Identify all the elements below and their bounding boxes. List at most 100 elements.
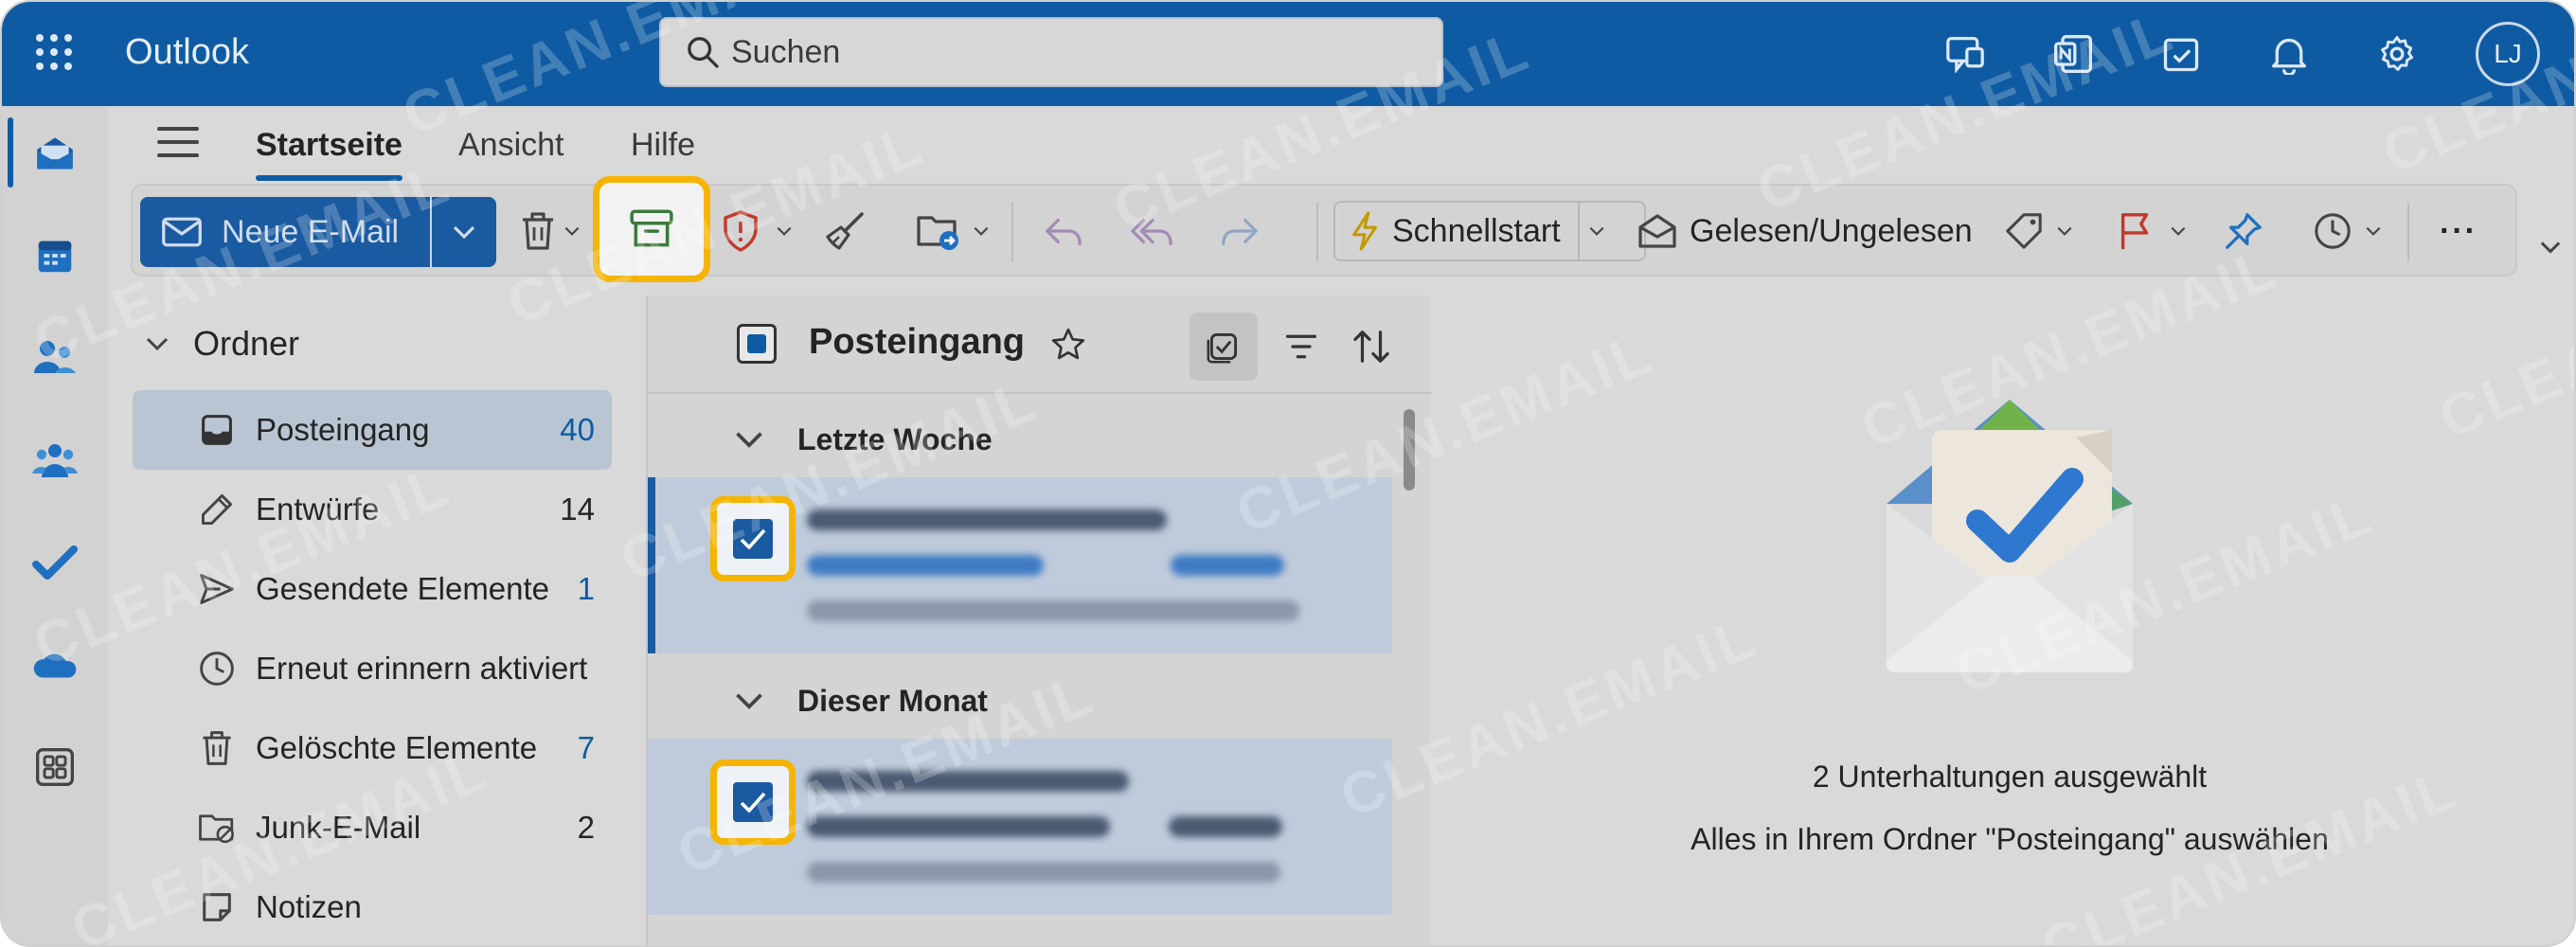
- inbox-icon: [195, 408, 239, 452]
- tab-view[interactable]: Ansicht: [458, 127, 564, 164]
- sort-button[interactable]: [1337, 313, 1405, 381]
- ribbon-expand-chevron[interactable]: [2540, 241, 2561, 259]
- delete-button[interactable]: [519, 201, 580, 261]
- folder-header[interactable]: Ordner: [146, 324, 299, 364]
- my-day-icon[interactable]: [2152, 25, 2210, 83]
- select-all-in-folder-link[interactable]: Alles in Ihrem Ordner "Posteingang" ausw…: [1441, 822, 2574, 857]
- reply-all-button[interactable]: [1131, 201, 1174, 261]
- checkmark-icon: [740, 528, 766, 549]
- reply-icon: [1046, 218, 1082, 245]
- mail-icon[interactable]: [28, 127, 81, 180]
- sweep-button[interactable]: [824, 201, 866, 261]
- ribbon-separator: [1316, 203, 1318, 261]
- selection-summary: 2 Unterhaltungen ausgewählt: [1812, 759, 2208, 794]
- clock-icon: [195, 647, 239, 690]
- envelope-icon: [162, 217, 202, 247]
- message-preview-blurred: [807, 600, 1299, 621]
- todo-icon[interactable]: [28, 536, 81, 589]
- app-rail: [2, 106, 108, 945]
- new-mail-button[interactable]: Neue E-Mail: [140, 197, 430, 267]
- pencil-icon: [195, 488, 239, 531]
- top-actions: LJ: [1936, 21, 2540, 87]
- flag-button[interactable]: [2118, 201, 2186, 261]
- filter-button[interactable]: [1267, 313, 1335, 381]
- more-options-button[interactable]: ···: [2440, 201, 2478, 261]
- shield-icon: [724, 210, 758, 252]
- folder-count: 14: [560, 491, 595, 527]
- quick-steps-label: Schnellstart: [1392, 212, 1561, 249]
- message-date-blurred: [1171, 555, 1284, 576]
- select-all-checkbox[interactable]: [737, 324, 777, 364]
- folder-snoozed[interactable]: Erneut erinnern aktiviert: [133, 629, 612, 708]
- message-sender-blurred: [807, 771, 1129, 792]
- folder-deleted[interactable]: Gelöschte Elemente 7: [133, 708, 612, 788]
- split-divider: [1577, 201, 1580, 261]
- ribbon-separator: [1011, 203, 1013, 261]
- group-header-this-month[interactable]: Dieser Monat: [648, 661, 1432, 741]
- message-checkbox[interactable]: [710, 759, 796, 845]
- gear-icon[interactable]: [2368, 25, 2426, 83]
- chevron-down-icon: [974, 226, 989, 236]
- chevron-down-icon: [1589, 226, 1604, 236]
- new-mail-dropdown[interactable]: [432, 197, 496, 267]
- folder-notes[interactable]: Notizen: [133, 867, 612, 945]
- group-header-last-week[interactable]: Letzte Woche: [648, 400, 1432, 479]
- selection-mode-button[interactable]: [1190, 313, 1258, 381]
- onenote-icon[interactable]: [2044, 25, 2102, 83]
- folder-sent[interactable]: Gesendete Elemente 1: [133, 549, 612, 629]
- message-sender-blurred: [807, 509, 1167, 530]
- avatar[interactable]: LJ: [2476, 22, 2540, 86]
- bell-icon[interactable]: [2260, 25, 2318, 83]
- folder-label: Entwürfe: [256, 491, 380, 527]
- folder-label: Junk-E-Mail: [256, 810, 421, 845]
- folder-label: Posteingang: [256, 412, 430, 447]
- app-title: Outlook: [125, 32, 249, 72]
- flag-icon: [2120, 213, 2149, 250]
- folder-drafts[interactable]: Entwürfe 14: [133, 470, 612, 549]
- folder-inbox[interactable]: Posteingang 40: [133, 390, 612, 470]
- snooze-button[interactable]: [2313, 201, 2381, 261]
- report-button[interactable]: [722, 201, 792, 261]
- message-date-blurred: [1169, 816, 1282, 837]
- groups-icon[interactable]: [28, 434, 81, 487]
- tag-icon: [2006, 213, 2042, 249]
- onedrive-icon[interactable]: [28, 638, 81, 691]
- chevron-down-icon: [146, 337, 169, 351]
- archive-icon: [630, 209, 673, 247]
- pin-button[interactable]: [2224, 201, 2263, 261]
- message-checkbox[interactable]: [710, 496, 796, 581]
- search-icon: [688, 37, 719, 68]
- checkbox-checked: [733, 782, 773, 822]
- forward-button[interactable]: [1220, 201, 1260, 261]
- categorize-button[interactable]: [2004, 201, 2072, 261]
- message-list-scrollbar[interactable]: [1404, 409, 1415, 491]
- menu-icon[interactable]: [157, 127, 199, 159]
- calendar-icon[interactable]: [28, 229, 81, 282]
- reply-all-icon: [1131, 218, 1172, 246]
- search-box[interactable]: [659, 17, 1443, 87]
- favorite-star-icon[interactable]: [1042, 318, 1095, 371]
- archive-button[interactable]: [593, 176, 710, 282]
- move-to-button[interactable]: [915, 201, 989, 261]
- reply-button[interactable]: [1044, 201, 1083, 261]
- chevron-down-icon: [2057, 226, 2072, 236]
- app-launcher-icon[interactable]: [36, 34, 74, 72]
- folder-junk[interactable]: Junk-E-Mail 2: [133, 788, 612, 867]
- checkbox-checked: [733, 519, 773, 559]
- quick-steps-button[interactable]: Schnellstart: [1333, 201, 1646, 261]
- tab-help[interactable]: Hilfe: [631, 127, 695, 164]
- message-subject-blurred: [807, 555, 1044, 576]
- folder-count: 1: [577, 571, 595, 606]
- search-input[interactable]: [731, 33, 1394, 71]
- read-unread-button[interactable]: Gelesen/Ungelesen: [1637, 201, 1973, 261]
- pin-icon: [2226, 213, 2262, 249]
- trash-icon: [195, 726, 239, 770]
- more-apps-icon[interactable]: [28, 741, 81, 794]
- chevron-down-icon: [2171, 226, 2186, 236]
- chevron-down-icon: [2366, 226, 2381, 236]
- tab-home[interactable]: Startseite: [256, 127, 402, 181]
- envelope-open-icon: [1638, 214, 1676, 248]
- meet-now-icon[interactable]: [1936, 25, 1995, 83]
- people-icon[interactable]: [28, 331, 81, 384]
- folder-label: Gesendete Elemente: [256, 571, 550, 606]
